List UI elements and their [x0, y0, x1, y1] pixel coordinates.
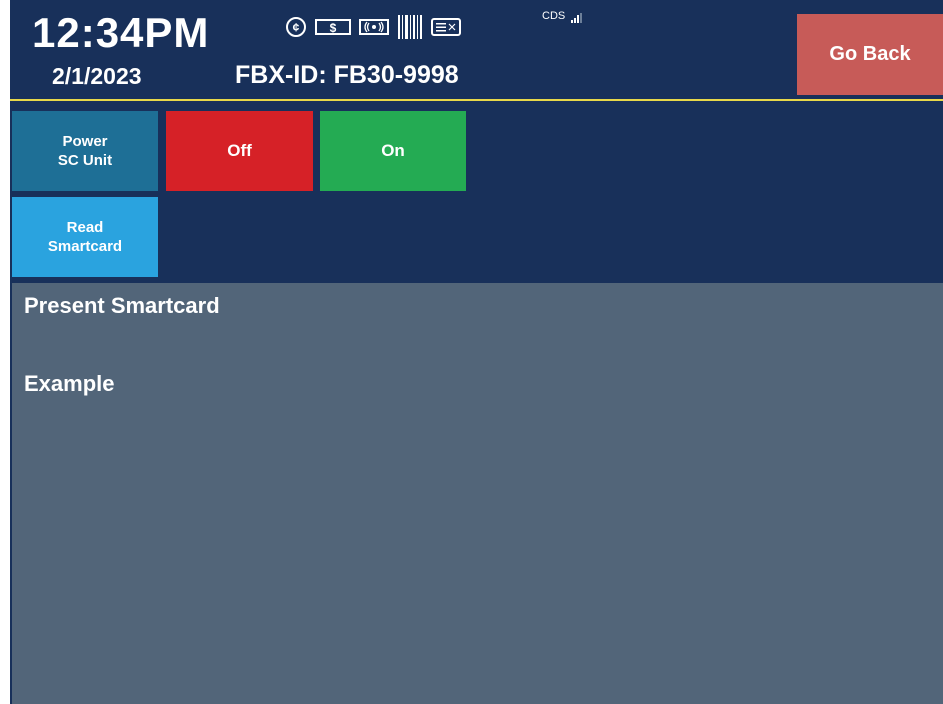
device-status-icons: ¢ $: [285, 14, 469, 40]
barcode-icon: [397, 14, 423, 40]
app-screen: 12:34PM 2/1/2023 FBX-ID: FB30-9998 ¢ $ C…: [10, 0, 943, 704]
power-label-line2: SC Unit: [57, 152, 113, 169]
fbx-id-label: FBX-ID: FB30-9998: [235, 61, 459, 89]
status-bar: 12:34PM 2/1/2023 FBX-ID: FB30-9998 ¢ $ C…: [10, 0, 943, 101]
cds-label: CDS: [542, 10, 566, 22]
present-smartcard-message: Present Smartcard: [24, 293, 220, 318]
clock-date: 2/1/2023: [52, 63, 142, 89]
power-sc-unit-button[interactable]: Power SC Unit: [12, 111, 158, 191]
go-back-button[interactable]: Go Back: [797, 14, 943, 95]
read-label-line2: Smartcard: [47, 238, 123, 255]
svg-text:¢: ¢: [293, 21, 300, 35]
card-reader-icon: [431, 17, 461, 37]
read-label-line1: Read: [66, 219, 104, 236]
cash-icon: $: [315, 17, 351, 37]
on-button[interactable]: On: [320, 111, 466, 191]
coin-icon: ¢: [285, 16, 307, 38]
example-message: Example: [24, 371, 115, 396]
read-smartcard-button[interactable]: Read Smartcard: [12, 197, 158, 277]
contactless-icon: [359, 17, 389, 37]
message-panel: Present Smartcard Example: [12, 283, 943, 704]
clock-time: 12:34PM: [32, 9, 210, 56]
off-button[interactable]: Off: [166, 111, 313, 191]
signal-icon: [571, 10, 583, 28]
power-label-line1: Power: [62, 133, 108, 150]
svg-text:$: $: [330, 21, 337, 35]
